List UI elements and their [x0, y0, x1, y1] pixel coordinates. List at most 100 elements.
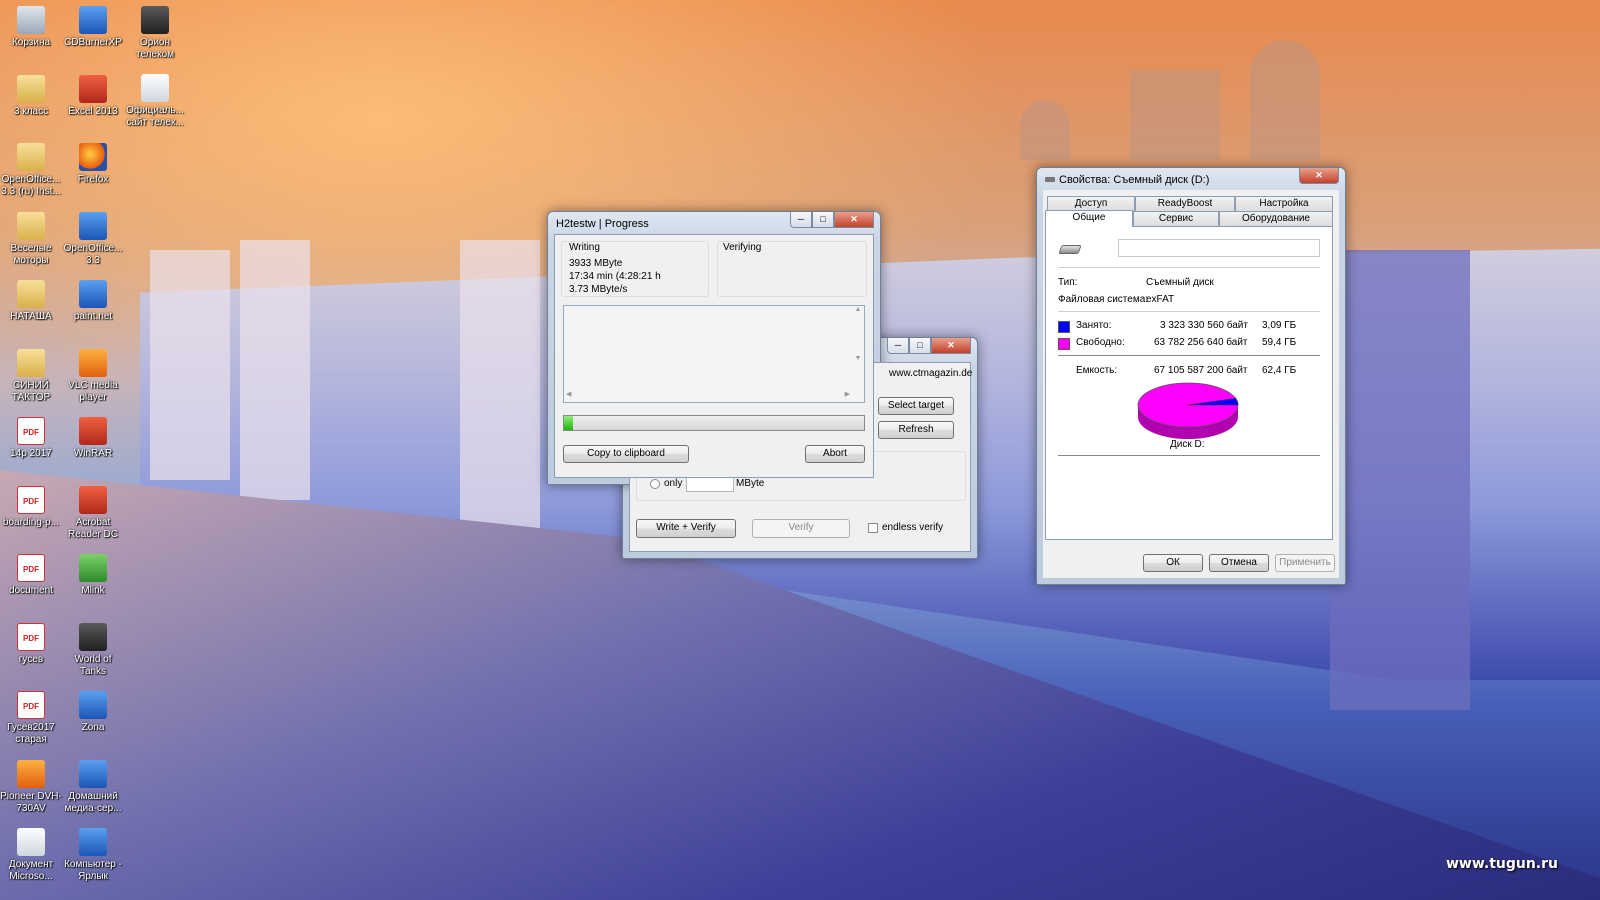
desktop-icon-label: Документ Microso... — [8, 859, 54, 882]
watermark: www.tugun.ru — [1445, 856, 1558, 872]
desktop-icon[interactable]: Mlink — [62, 554, 124, 597]
shortcut-icon — [141, 74, 169, 102]
desktop-icon-label: WinRAR — [73, 448, 113, 459]
capacity-bytes: 67 105 587 200 байт — [1154, 365, 1248, 376]
type-value: Съемный диск — [1146, 277, 1214, 288]
type-label: Тип: — [1058, 277, 1078, 288]
only-radio[interactable] — [650, 479, 660, 489]
drive-label-input[interactable] — [1118, 239, 1320, 257]
desktop-icon[interactable]: Excel 2013 — [62, 74, 124, 118]
desktop-icon-label: OpenOffice... 3.3 — [63, 242, 123, 266]
desktop-icon[interactable]: гусев — [0, 622, 62, 666]
mlink-icon — [79, 554, 107, 582]
close-button[interactable]: ✕ — [931, 338, 971, 354]
filesystem-value: exFAT — [1146, 294, 1175, 305]
desktop-icon-label: Acrobat Reader DC — [67, 516, 119, 540]
elapsed-time: 17:34 min (4:28:21 h — [569, 271, 661, 282]
desktop-icon-label: Zona — [81, 722, 105, 733]
maximize-button[interactable]: □ — [812, 212, 834, 228]
desktop-icon[interactable]: Документ Microso... — [0, 828, 62, 883]
window-caption-buttons: ─ □ ✕ — [887, 338, 971, 354]
verify-button[interactable]: Verify — [752, 519, 850, 538]
used-gb: 3,09 ГБ — [1262, 320, 1297, 331]
tab-general[interactable]: Общие — [1045, 210, 1133, 227]
folder-icon — [17, 74, 45, 103]
desktop-icon[interactable]: 3 класс — [0, 74, 62, 118]
desktop-icon[interactable]: boarding-p... — [0, 485, 62, 529]
ctmagazin-link[interactable]: www.ctmagazin.de — [889, 368, 972, 379]
desktop-icon[interactable]: Pioneer DVH-730AV — [0, 759, 62, 815]
desktop-icon[interactable]: WinRAR — [62, 417, 124, 460]
desktop-icon[interactable]: Гусев2017 старая — [0, 691, 62, 746]
horizontal-scrollbar[interactable]: ◀ ▶ — [564, 390, 852, 402]
desktop-icon-label: Firefox — [77, 174, 109, 185]
wallpaper-church-domes — [1000, 20, 1360, 170]
media-server-icon — [79, 759, 107, 788]
copy-to-clipboard-button[interactable]: Copy to clipboard — [563, 445, 689, 463]
write-verify-button[interactable]: Write + Verify — [636, 519, 736, 538]
desktop-icon[interactable]: document — [0, 554, 62, 597]
pdf-icon — [17, 691, 45, 719]
window-title: H2testw | Progress — [556, 218, 649, 230]
disk-label: Диск D: — [1170, 439, 1205, 450]
desktop-icon[interactable]: Орион телеком — [124, 6, 186, 61]
tab-access[interactable]: Доступ — [1047, 196, 1135, 211]
vertical-scrollbar[interactable]: ▲ ▼ — [852, 306, 864, 390]
desktop-icon[interactable]: НАТАША — [0, 280, 62, 323]
desktop-icon-label: Гусев2017 старая — [7, 722, 55, 745]
desktop-icon[interactable]: Веселые моторы — [0, 211, 62, 267]
desktop-icon[interactable]: Домашний медиа-сер... — [62, 759, 124, 815]
desktop-icon-label: VLC media player — [68, 379, 118, 403]
window-title: Свойства: Съемный диск (D:) — [1059, 174, 1210, 186]
desktop-icon-label: 14p 2017 — [10, 448, 52, 459]
endless-verify-checkbox[interactable] — [868, 523, 878, 533]
tab-hardware[interactable]: Оборудование — [1219, 211, 1333, 226]
desktop-icon-label: paint.net — [73, 311, 113, 322]
select-target-button[interactable]: Select target — [878, 397, 954, 415]
refresh-button[interactable]: Refresh — [878, 421, 954, 439]
cancel-button[interactable]: Отмена — [1209, 554, 1269, 572]
pioneer-icon — [17, 759, 45, 788]
desktop-icon[interactable]: Firefox — [62, 143, 124, 186]
vlc-icon — [79, 348, 107, 377]
minimize-button[interactable]: ─ — [790, 212, 812, 228]
desktop-icon[interactable]: paint.net — [62, 280, 124, 323]
desktop-icon[interactable]: World of Tanks — [62, 622, 124, 678]
ok-button[interactable]: ОК — [1143, 554, 1203, 572]
desktop-icon[interactable]: Компьютер - Ярлык — [62, 828, 124, 883]
used-label: Занято: — [1076, 320, 1112, 331]
desktop-icon[interactable]: VLC media player — [62, 348, 124, 404]
desktop-icon[interactable]: CDBurnerXP — [62, 6, 124, 49]
document-icon — [17, 828, 45, 856]
desktop-icon[interactable]: Zona — [62, 691, 124, 734]
desktop-icon[interactable]: 14p 2017 — [0, 417, 62, 460]
apply-button[interactable]: Применить — [1275, 554, 1335, 572]
maximize-button[interactable]: □ — [909, 338, 931, 354]
capacity-gb: 62,4 ГБ — [1262, 365, 1297, 376]
close-button[interactable]: ✕ — [1299, 168, 1339, 184]
general-tab-panel: Тип: Съемный диск Файловая система: exFA… — [1045, 226, 1333, 540]
close-button[interactable]: ✕ — [834, 212, 874, 228]
desktop-icon[interactable]: OpenOffice... 3.3 — [62, 211, 124, 267]
desktop-icon-label: Pioneer DVH-730AV — [0, 790, 62, 814]
used-bytes: 3 323 330 560 байт — [1160, 320, 1248, 331]
tab-customize[interactable]: Настройка — [1235, 196, 1333, 211]
firefox-icon — [79, 143, 107, 171]
only-label: only — [664, 478, 683, 489]
written-amount: 3933 MByte — [569, 258, 623, 269]
minimize-button[interactable]: ─ — [887, 338, 909, 354]
desktop-icon-label: OpenOffice... 3.3 (ru) Inst... — [1, 174, 61, 197]
desktop-icon[interactable]: Официаль... сайт телек... — [124, 74, 186, 129]
log-text-area[interactable]: ▲ ▼ ◀ ▶ — [563, 305, 865, 403]
desktop-icon[interactable]: Acrobat Reader DC — [62, 485, 124, 541]
mbyte-label: MByte — [736, 478, 765, 489]
tab-readyboost[interactable]: ReadyBoost — [1135, 196, 1235, 211]
desktop-icon[interactable]: СИНИЙ ТАКТОР — [0, 348, 62, 404]
world-of-tanks-icon — [79, 622, 107, 651]
abort-button[interactable]: Abort — [805, 445, 865, 463]
tab-tools[interactable]: Сервис — [1133, 211, 1219, 226]
desktop-icon-label: Компьютер - Ярлык — [64, 859, 122, 882]
desktop-icon[interactable]: OpenOffice... 3.3 (ru) Inst... — [0, 143, 62, 198]
desktop-icon[interactable]: Корзина — [0, 6, 62, 49]
capacity-label: Емкость: — [1076, 365, 1118, 376]
